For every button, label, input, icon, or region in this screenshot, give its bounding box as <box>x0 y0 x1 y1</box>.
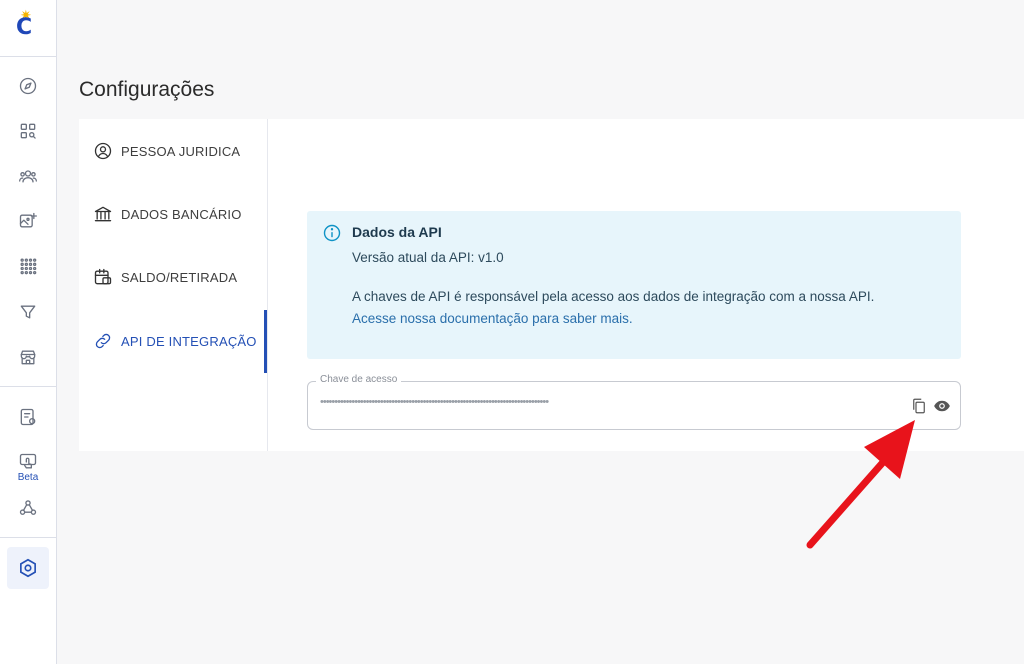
beta-label: Beta <box>17 472 39 483</box>
store-icon[interactable] <box>16 345 40 369</box>
api-version-text: Versão atual da API: v1.0 <box>352 250 504 265</box>
menu-item-pessoa-juridica[interactable]: PESSOA JURIDICA <box>93 140 240 162</box>
documentation-link[interactable]: Acesse nossa documentação para saber mai… <box>352 311 633 326</box>
access-key-masked-value: ••••••••••••••••••••••••••••••••••••••••… <box>320 396 549 408</box>
menu-item-dados-bancario[interactable]: DADOS BANCÁRIO <box>93 203 242 225</box>
grid-dots-icon[interactable] <box>16 254 40 278</box>
menu-item-label: SALDO/RETIRADA <box>121 269 238 285</box>
access-key-label: Chave de acesso <box>316 374 402 385</box>
menu-item-label: DADOS BANCÁRIO <box>121 206 242 222</box>
users-icon[interactable] <box>16 164 40 188</box>
logo-letter: C <box>16 15 33 40</box>
sidebar-divider <box>0 56 56 57</box>
settings-menu: PESSOA JURIDICA DADOS BANCÁRIO SALDO/RET… <box>79 119 268 451</box>
webhook-icon[interactable] <box>16 496 40 520</box>
api-info-alert: Dados da API Versão atual da API: v1.0 A… <box>307 211 961 359</box>
apps-search-icon[interactable] <box>16 119 40 143</box>
settings-nav-item[interactable] <box>7 547 49 589</box>
app-logo[interactable]: ✷ C <box>10 8 40 42</box>
menu-item-saldo-retirada[interactable]: SALDO/RETIRADA <box>93 266 237 288</box>
bank-icon <box>94 206 112 222</box>
menu-item-api-integracao[interactable]: API DE INTEGRAÇÃO <box>93 330 257 352</box>
red-arrow-annotation <box>806 420 915 549</box>
touch-screen-icon[interactable] <box>16 450 40 474</box>
settings-card: PESSOA JURIDICA DADOS BANCÁRIO SALDO/RET… <box>79 119 1024 451</box>
sidebar: ✷ C Beta <box>0 0 57 664</box>
active-menu-indicator <box>264 310 267 373</box>
menu-item-label: PESSOA JURIDICA <box>121 143 241 159</box>
info-icon <box>322 223 342 243</box>
receipt-icon[interactable] <box>16 405 40 429</box>
image-plus-icon[interactable] <box>16 209 40 233</box>
menu-item-label: API DE INTEGRAÇÃO <box>121 333 257 349</box>
link-icon <box>95 333 111 349</box>
eye-icon[interactable] <box>932 396 952 416</box>
sidebar-divider <box>0 537 56 538</box>
filter-icon[interactable] <box>16 300 40 324</box>
compass-icon[interactable] <box>16 74 40 98</box>
sidebar-divider <box>0 386 56 387</box>
user-circle-icon <box>94 142 112 160</box>
copy-icon[interactable] <box>909 396 929 416</box>
page-title: Configurações <box>79 78 215 101</box>
wallet-calendar-icon <box>94 268 112 285</box>
info-title: Dados da API <box>352 224 442 240</box>
api-description-text: A chaves de API é responsável pela acess… <box>352 289 875 304</box>
settings-icon <box>20 558 36 578</box>
